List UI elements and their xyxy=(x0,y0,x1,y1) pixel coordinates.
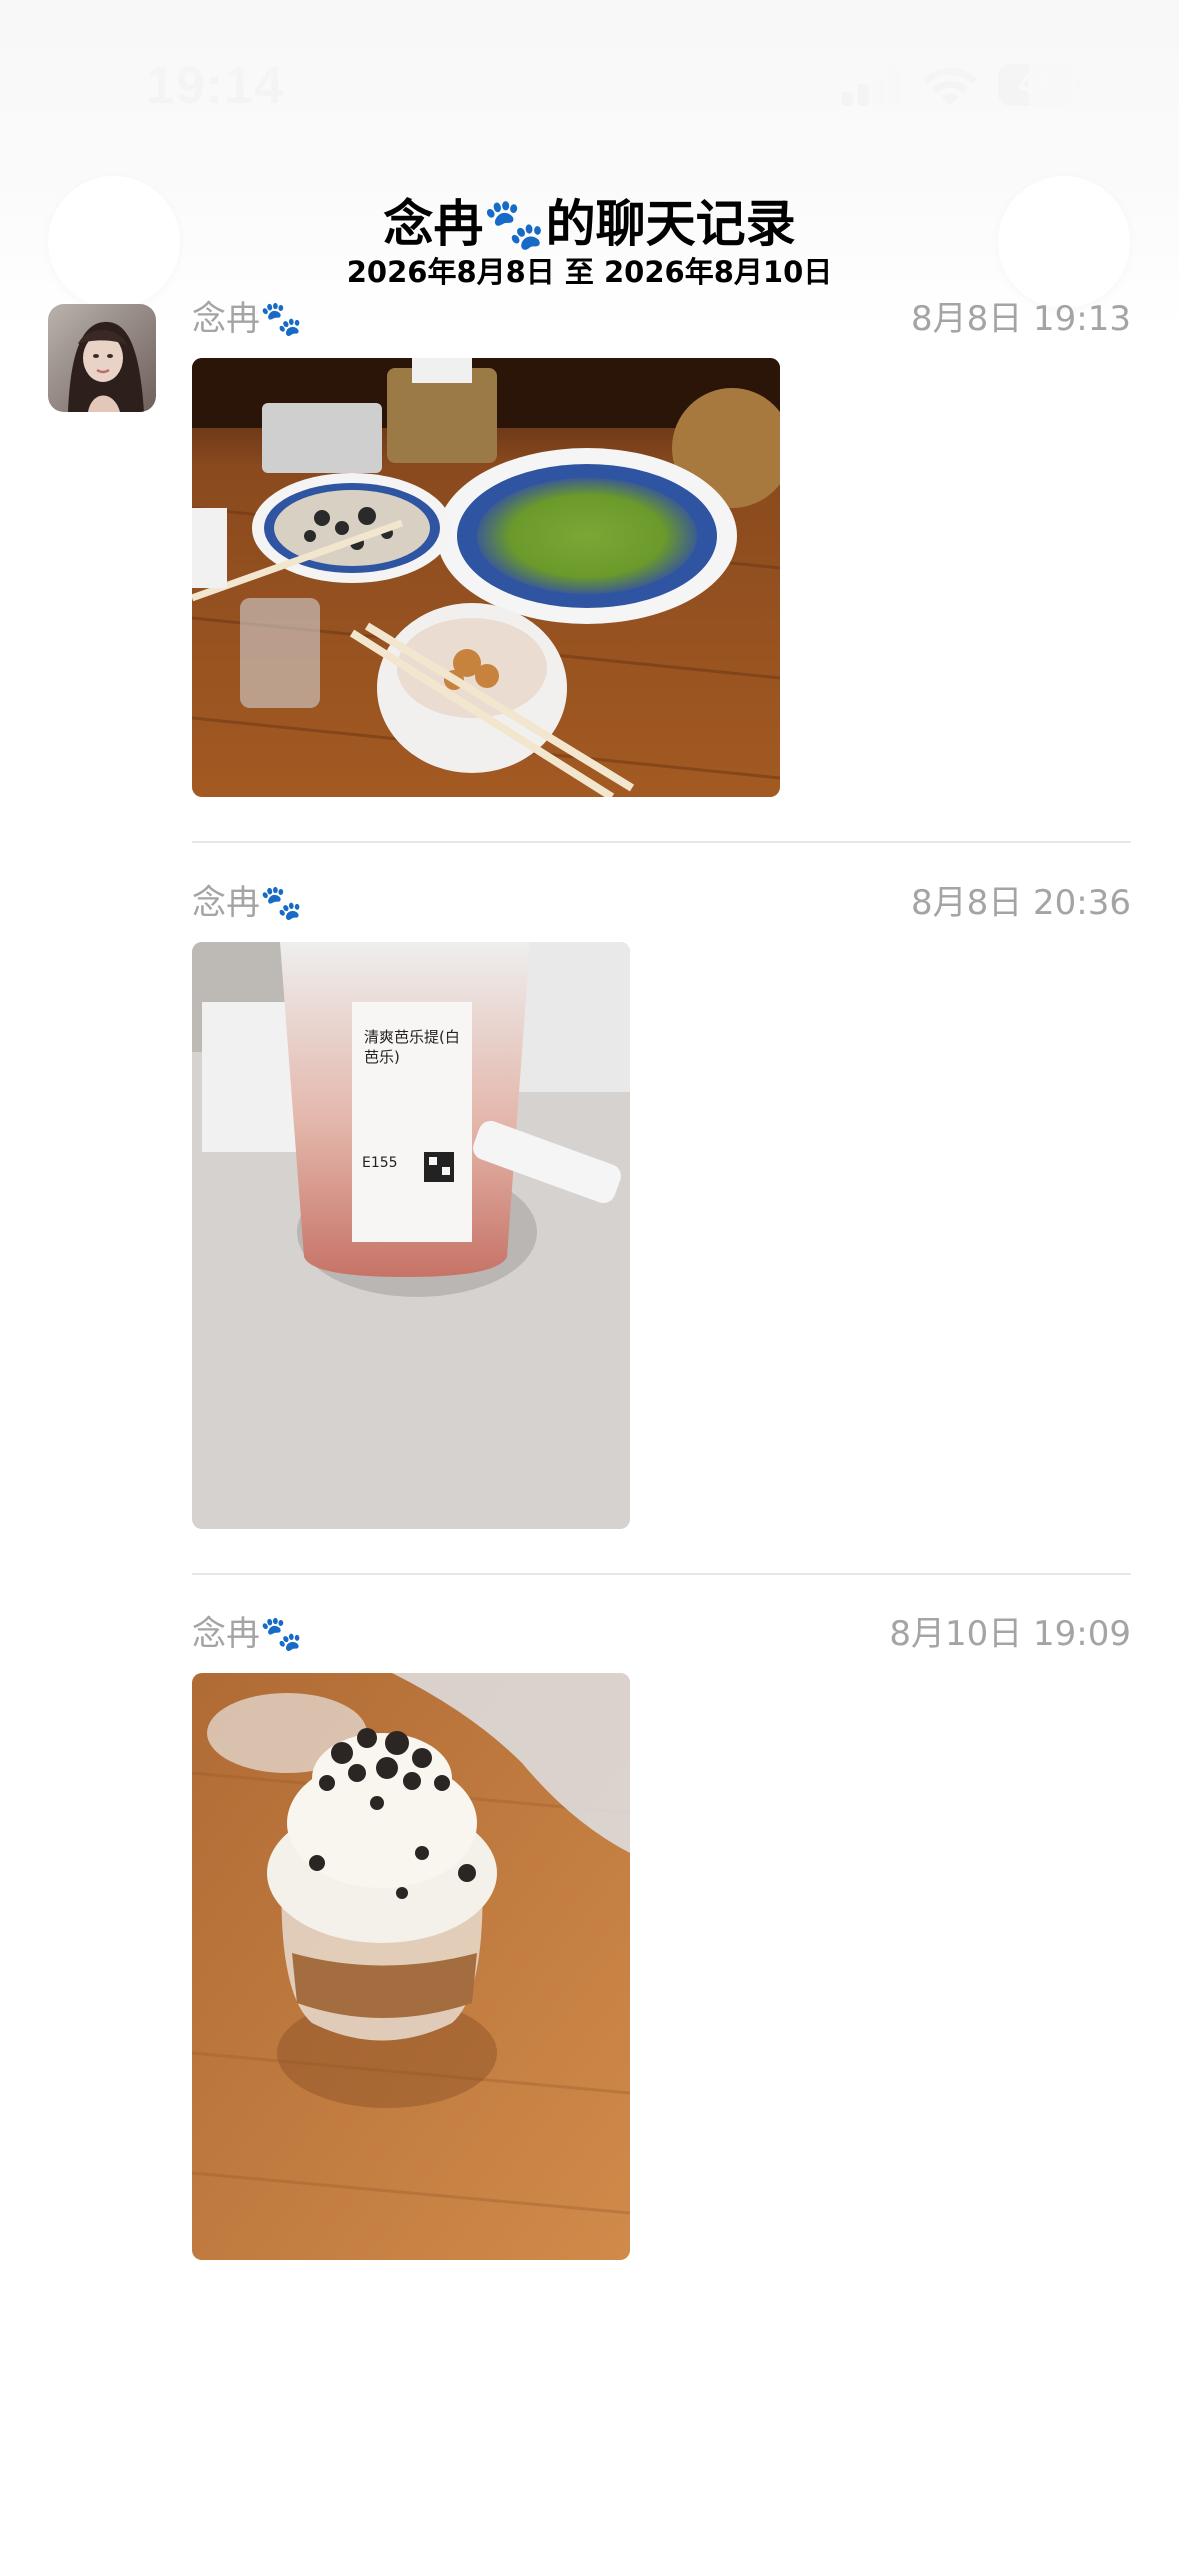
status-time: 19:14 xyxy=(146,57,284,115)
status-bar: 19:14 42 xyxy=(0,0,1179,170)
message-sender: 念冉🐾 xyxy=(192,299,303,339)
message-time: 8月10日 19:09 xyxy=(889,1614,1131,1654)
message-item: 念冉🐾 8月8日 20:36 清爽芭乐提(白 芭乐) E155 xyxy=(192,880,1131,1530)
battery-indicator: 42 xyxy=(998,64,1080,106)
page-title-suffix: 的聊天记录 xyxy=(545,195,796,253)
fruit-tea-cup-photo[interactable]: 清爽芭乐提(白 芭乐) E155 xyxy=(192,942,630,1529)
message-time: 8月8日 19:13 xyxy=(910,299,1131,339)
battery-level-text: 42 xyxy=(1018,68,1052,101)
restaurant-table-photo[interactable] xyxy=(192,358,780,797)
paw-emoji-icon: 🐾 xyxy=(483,195,546,253)
date-range-subtitle: 2026年8月8日 至 2026年8月10日 xyxy=(346,255,833,289)
message-divider xyxy=(192,1573,1131,1575)
oreo-cream-dessert-photo[interactable] xyxy=(192,1673,630,2260)
cup-label-line1: 清爽芭乐提(白 xyxy=(364,1028,460,1046)
message-divider xyxy=(192,841,1131,843)
page-title: 念冉🐾的聊天记录 xyxy=(0,192,1179,256)
wifi-icon xyxy=(923,68,977,105)
cup-label-line2: 芭乐) xyxy=(364,1048,400,1066)
cellular-signal-icon xyxy=(842,66,901,106)
message-time: 8月8日 20:36 xyxy=(910,883,1131,923)
avatar[interactable] xyxy=(48,304,156,412)
message-item: 念冉🐾 8月10日 19:09 xyxy=(192,1611,1131,2261)
page-title-name: 念冉 xyxy=(383,195,484,253)
cup-label-code: E155 xyxy=(362,1155,398,1171)
message-sender: 念冉🐾 xyxy=(192,1614,303,1654)
message-item: 念冉🐾 8月8日 19:13 xyxy=(192,296,1131,816)
message-sender: 念冉🐾 xyxy=(192,883,303,923)
